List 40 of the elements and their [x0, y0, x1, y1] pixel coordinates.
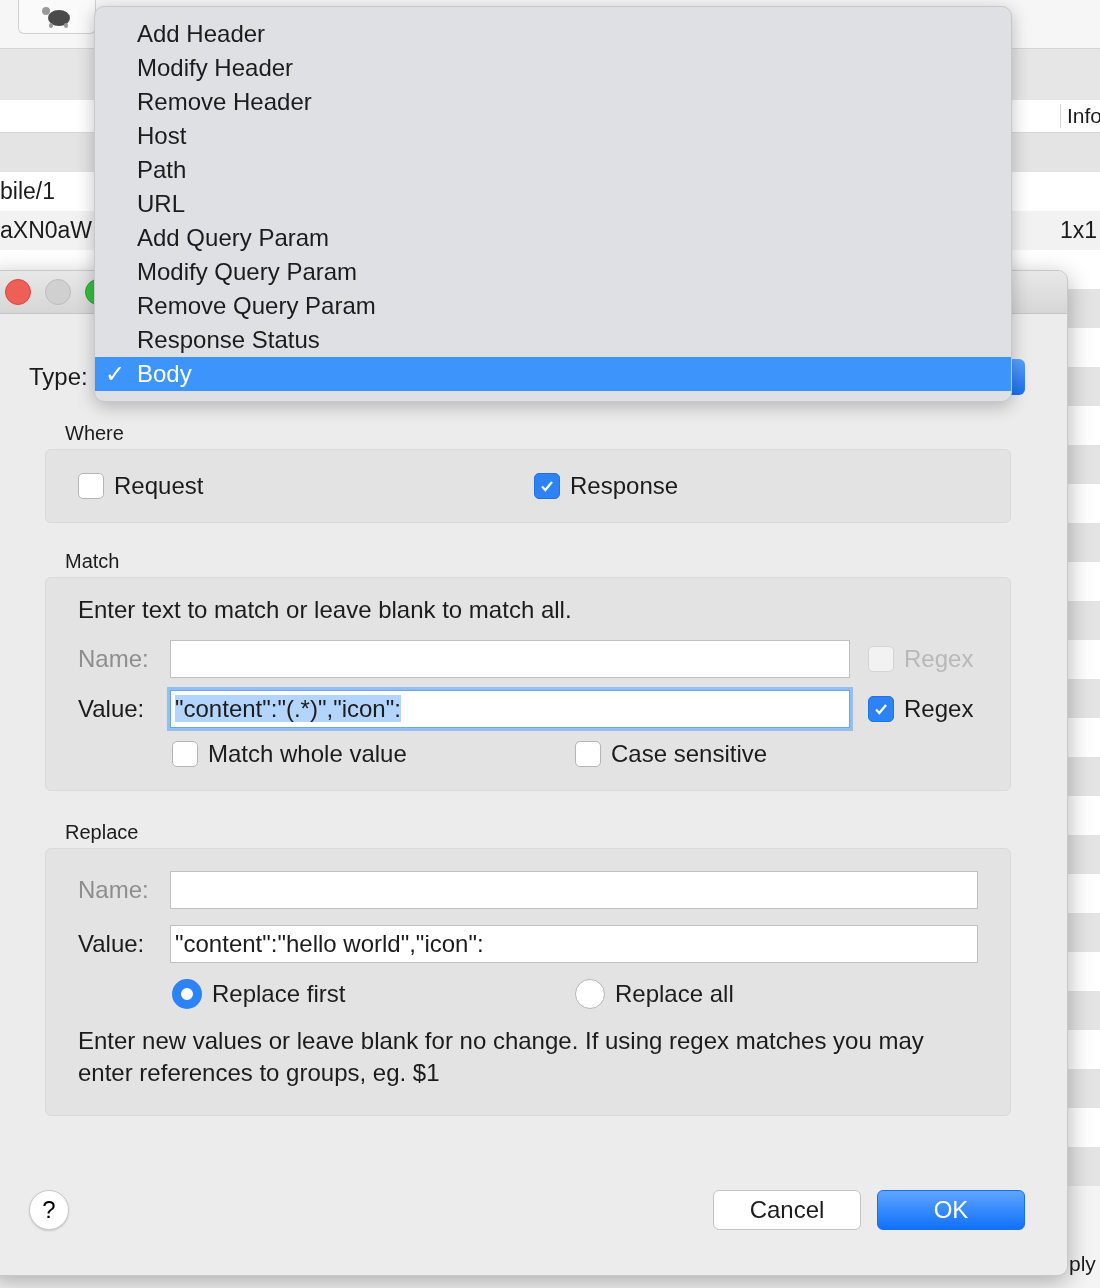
name-label: Name: — [78, 876, 150, 904]
menu-item[interactable]: Remove Header — [95, 85, 1011, 119]
checkbox[interactable]: Match whole value — [172, 740, 575, 768]
note-text: Enter new values or leave blank for no change. If using regex matches you may enter references to groups, eg. $1 — [78, 1026, 925, 1088]
value-label: Value: — [78, 930, 146, 958]
minimize-button[interactable] — [45, 279, 71, 305]
name-label: Name: — [78, 645, 150, 673]
menu-item[interactable]: URL — [95, 187, 1011, 221]
checkbox[interactable]: Request — [78, 472, 522, 500]
table-cell: aXN0aW — [0, 217, 93, 244]
help-button[interactable]: ? — [29, 1190, 69, 1230]
group-title: Replace — [65, 821, 140, 844]
table-cell: 1x1 — [1060, 217, 1098, 244]
close-button[interactable] — [5, 279, 31, 305]
menu-item[interactable]: Add Header — [95, 17, 1011, 51]
input-field[interactable] — [170, 871, 978, 909]
menu-item[interactable]: Modify Query Param — [95, 255, 1011, 289]
type-label: Type: — [29, 363, 88, 391]
group-title: Where — [65, 422, 125, 445]
input-field[interactable]: "content":"(.*)","icon": — [170, 690, 850, 728]
checkbox[interactable]: Response — [534, 472, 978, 500]
radio-button[interactable]: Replace all — [575, 979, 978, 1009]
menu-item[interactable]: Modify Header — [95, 51, 1011, 85]
menu-item[interactable]: Host — [95, 119, 1011, 153]
table-cell: bile/1 — [0, 178, 55, 205]
menu-item[interactable]: Path — [95, 153, 1011, 187]
group-title: Match — [65, 550, 121, 573]
checkbox[interactable]: Case sensitive — [575, 740, 978, 768]
cancel-button[interactable]: Cancel — [713, 1190, 861, 1230]
hint-text: Enter text to match or leave blank to match all. — [78, 596, 573, 624]
checkbox[interactable]: Regex — [868, 695, 974, 723]
radio-button[interactable]: Replace first — [172, 979, 575, 1009]
input-field[interactable] — [170, 640, 850, 678]
menu-item[interactable]: Add Query Param — [95, 221, 1011, 255]
menu-item[interactable]: Remove Query Param — [95, 289, 1011, 323]
input-field[interactable]: "content":"hello world","icon": — [170, 925, 978, 963]
apply-button[interactable]: ply — [1069, 1252, 1096, 1276]
value-label: Value: — [78, 695, 146, 723]
turtle-button[interactable] — [18, 0, 96, 34]
menu-item[interactable]: Response Status — [95, 323, 1011, 357]
